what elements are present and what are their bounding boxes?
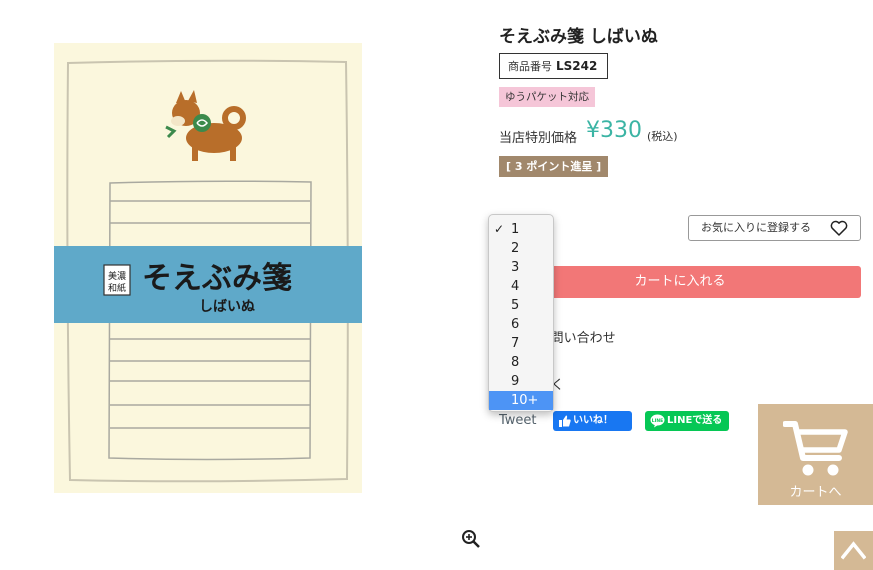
quantity-option-label: 10+ (511, 393, 539, 408)
quantity-option[interactable]: 5 (489, 296, 553, 315)
quantity-option[interactable]: 4 (489, 277, 553, 296)
tax-note: (税込) (647, 130, 678, 143)
quantity-option[interactable]: ✓ 1 (489, 220, 553, 239)
product-illustration: 美濃 和紙 そえぶみ箋 しばいぬ (54, 43, 362, 493)
quantity-option[interactable]: 7 (489, 334, 553, 353)
back-to-top-button[interactable] (834, 531, 873, 570)
line-icon: LINE (650, 414, 665, 428)
facebook-like-button[interactable]: いいね！ (553, 411, 632, 431)
quantity-option[interactable]: 9 (489, 372, 553, 391)
floating-cart-button[interactable]: カートへ (758, 404, 873, 505)
checkmark-icon: ✓ (494, 222, 505, 236)
quantity-option-label: 1 (511, 222, 520, 237)
sku-value: LS242 (556, 59, 598, 73)
product-title: そえぶみ箋 しばいぬ (499, 27, 658, 47)
quantity-option[interactable]: 3 (489, 258, 553, 277)
quantity-option[interactable]: 10+ (489, 391, 553, 410)
quantity-option-label: 6 (511, 317, 520, 332)
band-subtitle: しばいぬ (199, 299, 255, 315)
svg-text:LINE: LINE (652, 418, 663, 424)
quantity-option[interactable]: 8 (489, 353, 553, 372)
quantity-option-label: 8 (511, 355, 520, 370)
quantity-option[interactable]: 6 (489, 315, 553, 334)
sku-label: 商品番号 (508, 60, 552, 73)
add-to-favorites-button[interactable]: お気に入りに登録する (688, 215, 861, 241)
quantity-option[interactable]: 2 (489, 239, 553, 258)
quantity-option-label: 2 (511, 241, 520, 256)
quantity-option-label: 5 (511, 298, 520, 313)
quantity-option-label: 4 (511, 279, 520, 294)
facebook-like-label: いいね！ (573, 415, 613, 426)
seal-text-2: 和紙 (108, 282, 126, 294)
chevron-up-icon (841, 541, 866, 560)
zoom-in-icon[interactable] (461, 529, 481, 549)
line-share-button[interactable]: LINE LINEで送る (645, 411, 729, 431)
quantity-dropdown-menu[interactable]: ✓ 1 2 3 4 5 6 7 8 9 10+ (488, 214, 554, 412)
sku-box: 商品番号 LS242 (499, 53, 608, 79)
tweet-button[interactable]: Tweet (499, 413, 537, 428)
band-title: そえぶみ箋 (142, 261, 292, 296)
shopping-cart-icon (783, 421, 848, 476)
heart-icon (830, 220, 848, 236)
quantity-option-label: 9 (511, 374, 520, 389)
favorite-label: お気に入りに登録する (701, 221, 811, 234)
line-share-label: LINEで送る (667, 415, 723, 426)
product-image[interactable]: 美濃 和紙 そえぶみ箋 しばいぬ (54, 43, 362, 493)
seal-text-1: 美濃 (108, 270, 126, 282)
facebook-thumb-icon (559, 415, 571, 427)
quantity-option-label: 3 (511, 260, 520, 275)
price-value: ¥330 (586, 118, 642, 143)
shipping-badge: ゆうパケット対応 (499, 87, 595, 107)
floating-cart-label: カートへ (789, 485, 842, 500)
quantity-option-label: 7 (511, 336, 520, 351)
points-badge: [ 3 ポイント進呈 ] (499, 156, 609, 177)
price-label: 当店特別価格 (499, 131, 578, 146)
